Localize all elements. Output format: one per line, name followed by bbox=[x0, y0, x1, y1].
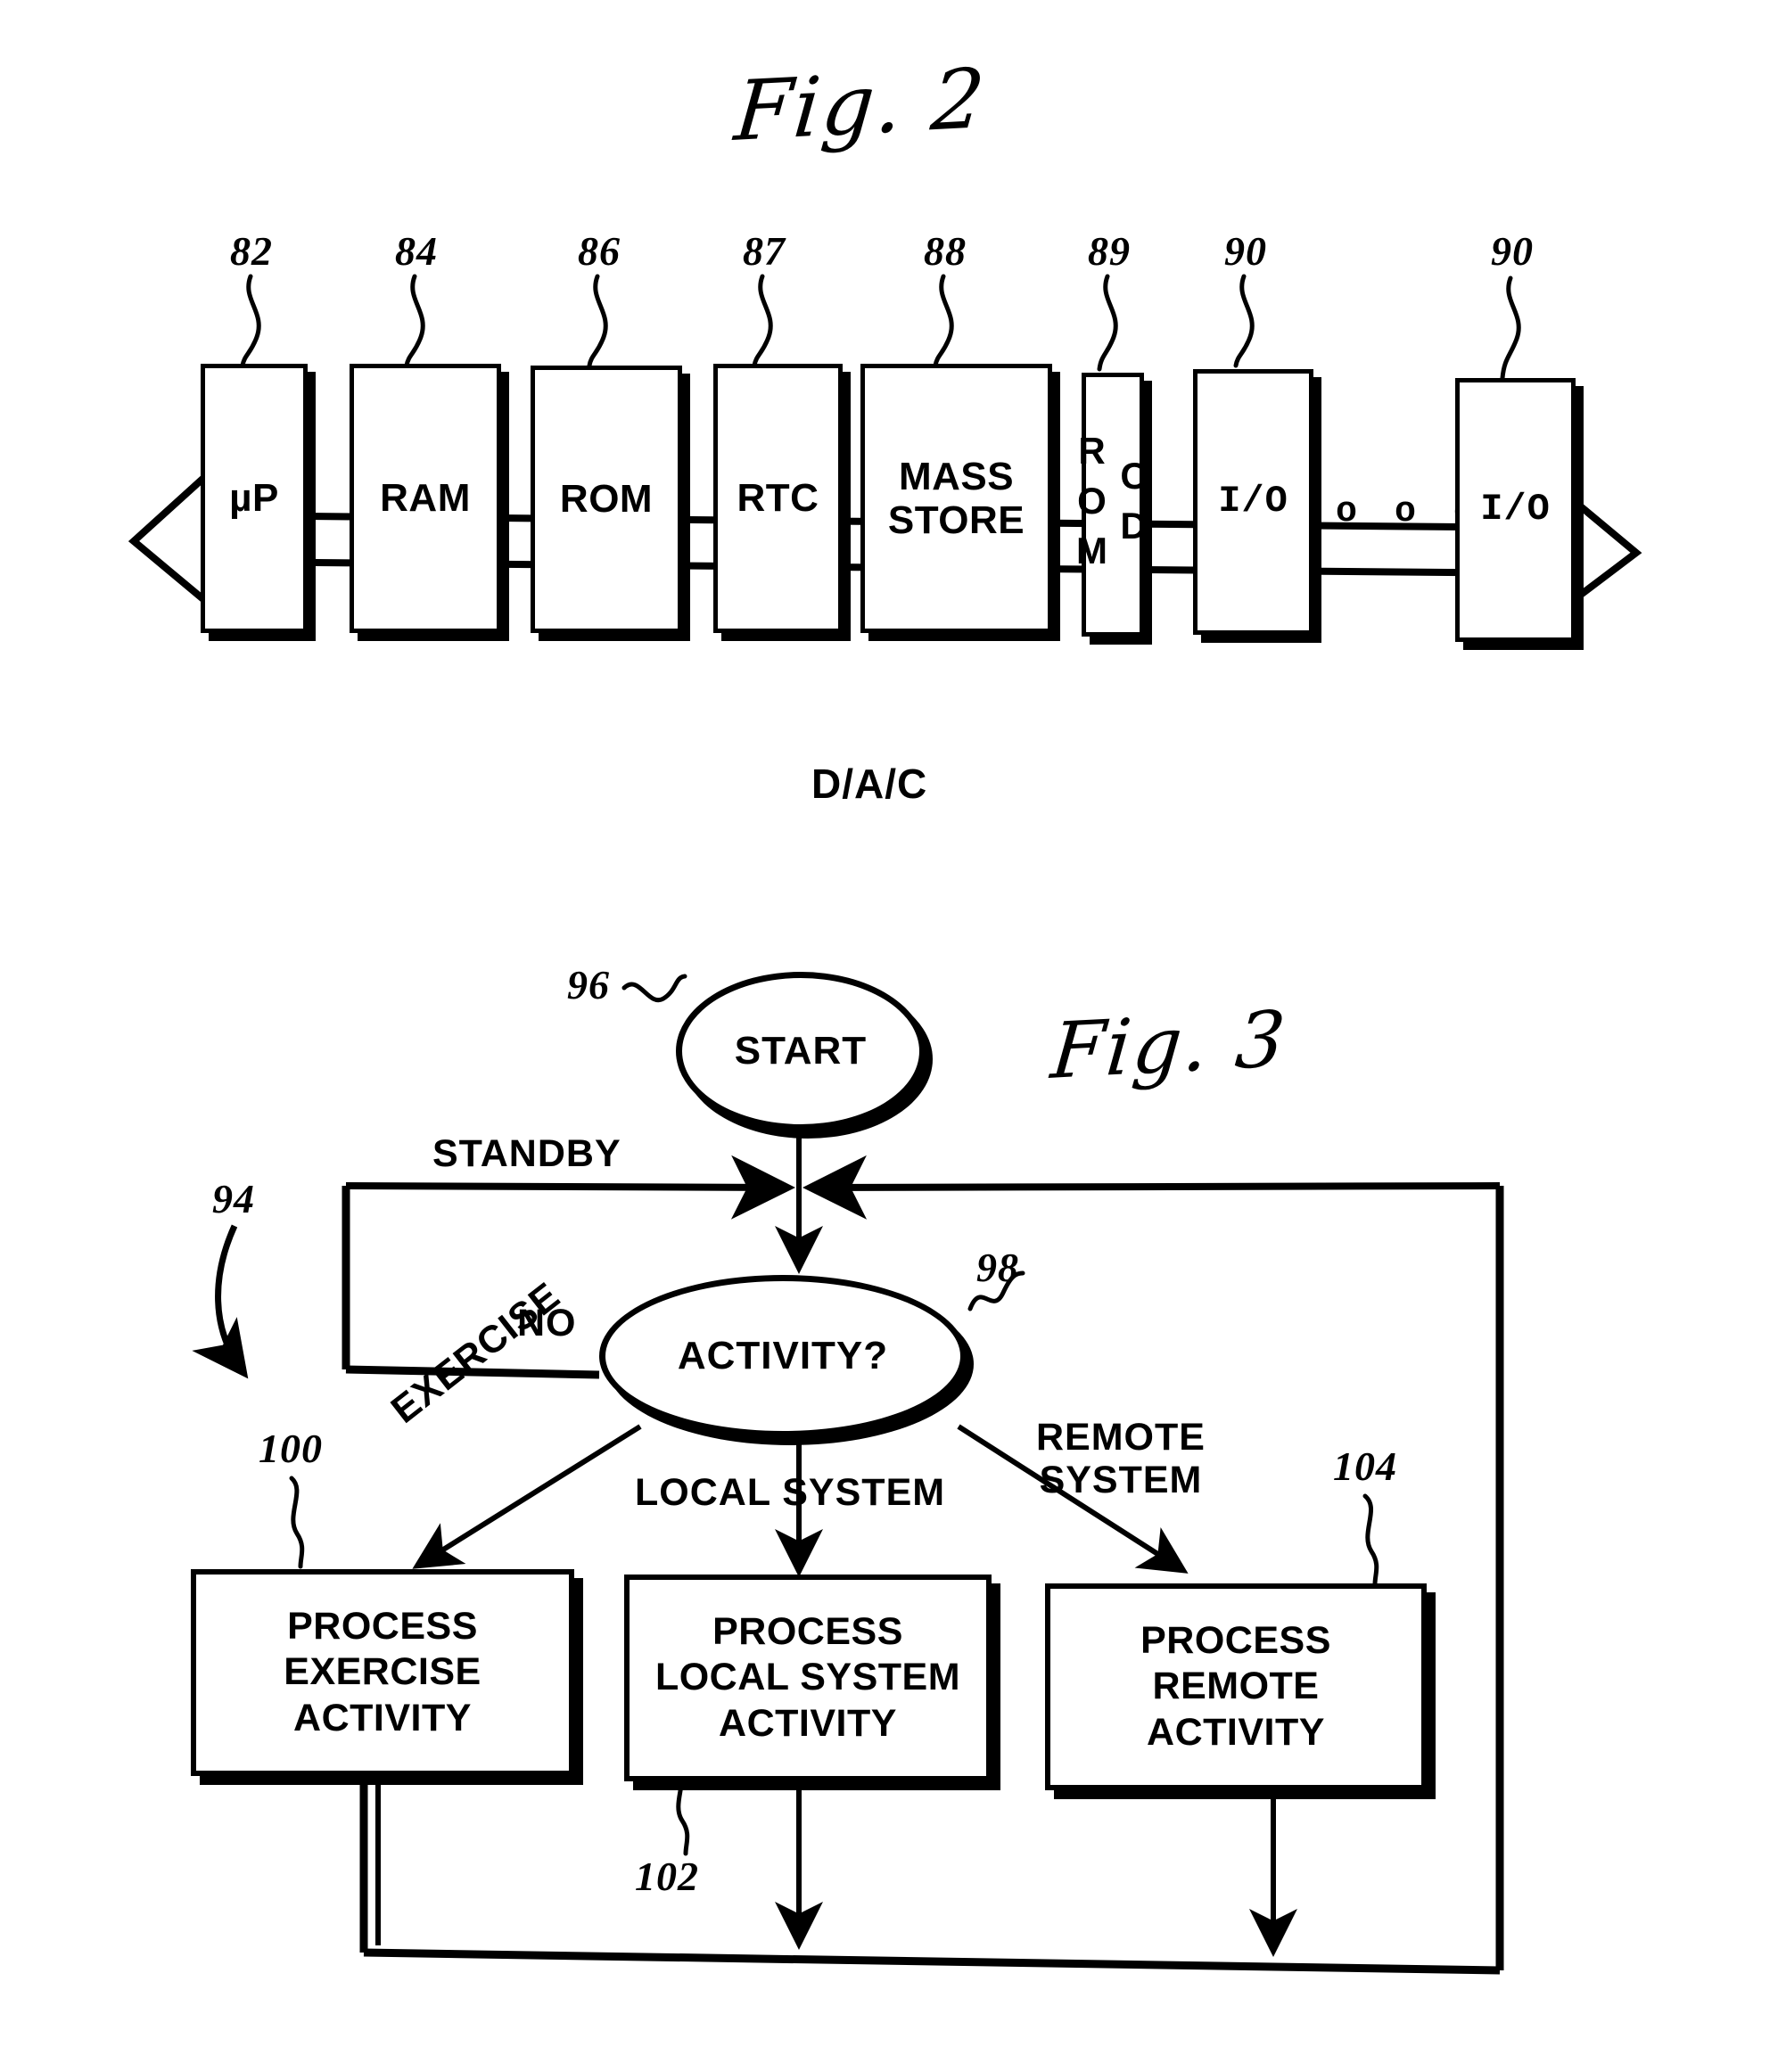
component-box-io-last[interactable]: I/O bbox=[1455, 378, 1576, 642]
ref-numeral-88: 88 bbox=[924, 228, 967, 274]
flow-node-activity-label: ACTIVITY? bbox=[677, 1334, 889, 1377]
flow-node-process-local-system-label: PROCESS LOCAL SYSTEM ACTIVITY bbox=[654, 1609, 961, 1745]
fig2-leader-lines bbox=[240, 274, 1521, 381]
ref-numeral-82: 82 bbox=[230, 228, 273, 274]
ref-numeral-96: 96 bbox=[567, 962, 610, 1007]
component-label-rtc: RTC bbox=[737, 476, 819, 521]
fig3-leader-96 bbox=[621, 974, 687, 1003]
ref-numeral-90-b: 90 bbox=[1491, 228, 1534, 274]
fig3-box-outputs bbox=[375, 1774, 1297, 1957]
edge-label-standby: STANDBY bbox=[432, 1132, 621, 1175]
flow-node-start-label: START bbox=[734, 1029, 868, 1073]
component-box-rom[interactable]: ROM bbox=[531, 366, 682, 633]
component-box-io-first[interactable]: I/O bbox=[1193, 369, 1313, 635]
ref-numeral-100: 100 bbox=[259, 1426, 323, 1471]
fig3-leader-100 bbox=[289, 1476, 305, 1569]
flow-node-process-exercise[interactable]: PROCESS EXERCISE ACTIVITY bbox=[191, 1569, 574, 1776]
ref-numeral-102: 102 bbox=[635, 1854, 699, 1899]
flow-node-process-remote-label: PROCESS REMOTE ACTIVITY bbox=[1140, 1618, 1331, 1754]
fig3-leader-104 bbox=[1362, 1493, 1379, 1587]
component-label-io-last: I/O bbox=[1480, 488, 1551, 531]
ref-numeral-84: 84 bbox=[395, 228, 438, 274]
component-label-io-first: I/O bbox=[1218, 480, 1288, 523]
component-box-mass-store[interactable]: MASS STORE bbox=[860, 364, 1052, 633]
figure-3-title: Fig. 3 bbox=[1048, 994, 1291, 1097]
fig3-leader-94 bbox=[192, 1224, 249, 1379]
component-label-mass-store: MASS STORE bbox=[887, 454, 1025, 542]
edge-label-exercise: EXERCISE bbox=[383, 1274, 569, 1432]
flow-node-process-remote[interactable]: PROCESS REMOTE ACTIVITY bbox=[1045, 1583, 1427, 1790]
ref-numeral-104: 104 bbox=[1333, 1443, 1397, 1489]
component-label-cd-rom: CD ROM bbox=[1071, 430, 1156, 580]
component-label-rom: ROM bbox=[559, 477, 654, 522]
component-box-rtc[interactable]: RTC bbox=[713, 364, 843, 633]
edge-label-local-system: LOCAL SYSTEM bbox=[635, 1471, 946, 1514]
drawing-sheet: Fig. 2 82 84 86 87 88 89 90 90 µP RAM RO… bbox=[0, 0, 1786, 2072]
component-label-ram: RAM bbox=[380, 476, 471, 521]
ref-numeral-86: 86 bbox=[578, 228, 621, 274]
bus-label-dac: D/A/C bbox=[811, 761, 928, 807]
figure-2-title: Fig. 2 bbox=[731, 50, 991, 160]
component-box-cd-rom[interactable]: CD ROM bbox=[1071, 373, 1155, 637]
ref-numeral-87: 87 bbox=[743, 228, 786, 274]
ref-numeral-90-a: 90 bbox=[1224, 228, 1267, 274]
ref-numeral-89: 89 bbox=[1088, 228, 1131, 274]
component-box-microprocessor[interactable]: µP bbox=[201, 364, 308, 633]
edge-label-remote-system: REMOTE SYSTEM bbox=[1036, 1416, 1206, 1502]
flow-node-process-local-system[interactable]: PROCESS LOCAL SYSTEM ACTIVITY bbox=[624, 1575, 992, 1781]
flow-node-activity-decision[interactable]: ACTIVITY? bbox=[599, 1275, 967, 1437]
flow-node-start[interactable]: START bbox=[676, 972, 926, 1131]
component-box-ram[interactable]: RAM bbox=[350, 364, 501, 633]
component-label-microprocessor: µP bbox=[229, 476, 279, 521]
ref-numeral-98: 98 bbox=[976, 1245, 1019, 1290]
flow-node-process-exercise-label: PROCESS EXERCISE ACTIVITY bbox=[284, 1604, 481, 1739]
ref-numeral-94: 94 bbox=[212, 1176, 255, 1221]
